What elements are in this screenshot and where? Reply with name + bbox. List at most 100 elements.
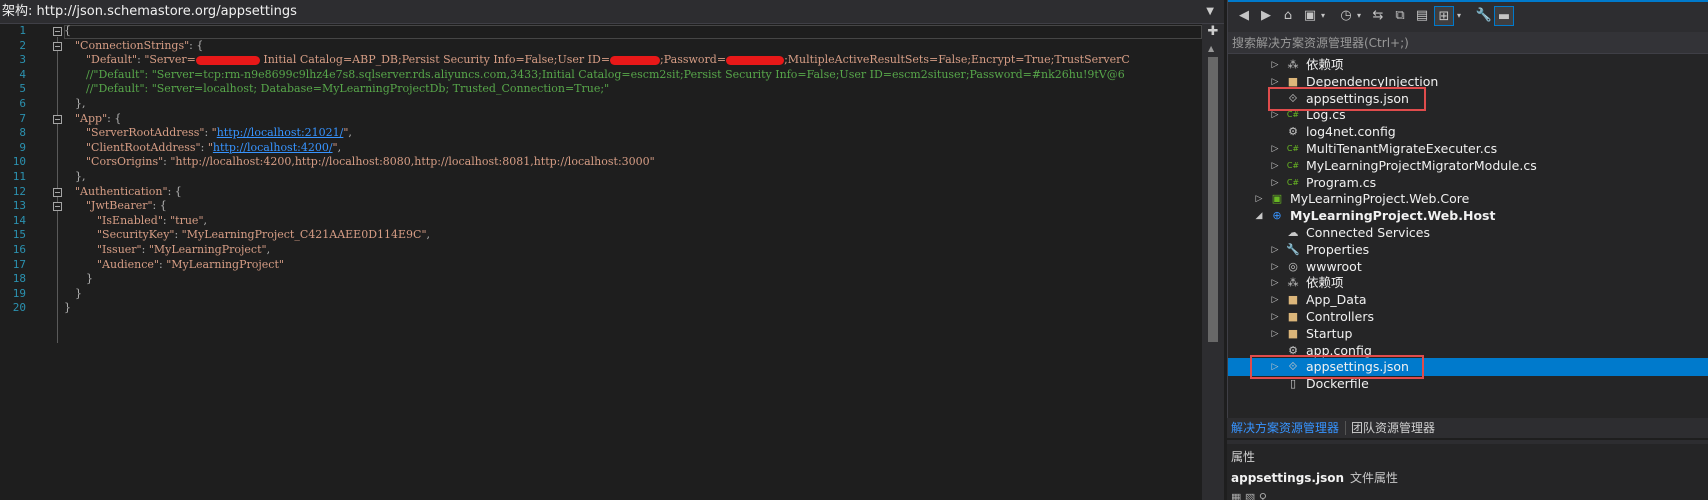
chevron-down-icon[interactable]: ▼ — [1206, 0, 1214, 24]
track-active-icon[interactable]: ⊞ — [1434, 6, 1454, 26]
dropdown-icon[interactable]: ▾ — [1454, 6, 1464, 26]
expand-arrow-icon[interactable]: ▷ — [1270, 140, 1280, 158]
code-line[interactable]: "IsEnabled": "true", — [97, 214, 207, 227]
schema-bar[interactable]: 架构: http://json.schemastore.org/appsetti… — [0, 0, 1224, 24]
code-line[interactable]: "Audience": "MyLearningProject" — [97, 258, 284, 271]
code-line[interactable]: "Authentication": { — [75, 185, 182, 198]
tree-item-label: App_Data — [1306, 292, 1367, 308]
categorized-icon[interactable]: ▦ — [1231, 491, 1241, 500]
properties-toolbar: ▦ ▧ ⚲ — [1231, 491, 1267, 500]
collapse-icon[interactable] — [53, 202, 62, 212]
sync-icon[interactable]: ⇆ — [1368, 6, 1388, 26]
csharp-project-icon: ▣ — [1271, 192, 1283, 206]
csharp-file-icon: C# — [1286, 144, 1300, 153]
collapse-icon[interactable] — [53, 114, 62, 124]
tab-team-explorer[interactable]: 团队资源管理器 — [1351, 418, 1435, 438]
tree-item[interactable]: ☁ Connected Services — [1228, 224, 1708, 242]
expand-arrow-icon[interactable]: ▷ — [1270, 291, 1280, 309]
scrollbar-thumb[interactable] — [1208, 57, 1218, 342]
properties-object-selector[interactable]: appsettings.json 文件属性 — [1231, 469, 1398, 486]
collapse-all-icon[interactable]: ⧉ — [1390, 6, 1410, 26]
code-editor[interactable]: 架构: http://json.schemastore.org/appsetti… — [0, 0, 1224, 500]
line-number: 8 — [19, 126, 26, 140]
tab-solution-explorer[interactable]: 解决方案资源管理器 — [1231, 418, 1339, 438]
expanded-arrow-icon[interactable]: ◢ — [1254, 207, 1264, 225]
scroll-up-icon[interactable]: ▲ — [1208, 44, 1214, 53]
tree-item-label: Startup — [1306, 325, 1353, 341]
forward-icon[interactable]: ▶ — [1256, 6, 1276, 26]
expand-arrow-icon[interactable]: ▷ — [1270, 157, 1280, 175]
code-line[interactable]: } — [64, 301, 71, 314]
pending-changes-icon[interactable]: ◷ — [1336, 6, 1356, 26]
tree-item[interactable]: ▷ ■ Controllers — [1228, 308, 1708, 326]
csharp-file-icon: C# — [1286, 160, 1300, 170]
code-area[interactable]: 1 {2 "ConnectionStrings": {3 "Default": "Se… — [0, 24, 1202, 500]
switch-views-icon[interactable]: ▣ — [1300, 6, 1320, 26]
code-line[interactable]: //"Default": "Server=localhost; Database… — [86, 82, 609, 95]
expand-arrow-icon[interactable]: ▷ — [1270, 258, 1280, 276]
property-pages-icon[interactable]: ⚲ — [1259, 491, 1267, 500]
code-line[interactable]: "App": { — [75, 112, 121, 125]
solution-search-input[interactable]: 搜索解决方案资源管理器(Ctrl+;) — [1228, 32, 1708, 54]
code-line[interactable]: "SecurityKey": "MyLearningProject_C421AA… — [97, 228, 430, 241]
code-line[interactable]: "ServerRootAddress": "http://localhost:2… — [86, 126, 352, 139]
back-icon[interactable]: ◀ — [1234, 6, 1254, 26]
tree-item[interactable]: ▷ ⁂ 依赖项 — [1228, 274, 1708, 292]
tree-item[interactable]: ▷ ■ App_Data — [1228, 291, 1708, 309]
solution-tree[interactable]: ▷ ⁂ 依赖项 ▷ ■ DependencyInjection ⟐ appsettings.j… — [1228, 56, 1708, 414]
tree-item[interactable]: ▷ C# MyLearningProjectMigratorModule.cs — [1228, 157, 1708, 175]
line-number: 17 — [12, 257, 26, 271]
line-number: 12 — [12, 184, 26, 198]
code-line[interactable]: "ClientRootAddress": "http://localhost:4… — [86, 141, 341, 154]
properties-wrench-icon[interactable]: 🔧 — [1474, 6, 1494, 26]
dependencies-icon: ⁂ — [1287, 58, 1299, 71]
code-line[interactable]: } — [86, 272, 93, 285]
expand-arrow-icon[interactable]: ▷ — [1270, 325, 1280, 343]
code-line[interactable]: "CorsOrigins": "http://localhost:4200,ht… — [86, 155, 655, 168]
code-line[interactable]: //"Default": "Server=tcp:rm-n9e8699c9lhz… — [86, 68, 1125, 81]
code-line[interactable]: { — [64, 24, 71, 37]
line-number: 3 — [19, 53, 26, 67]
code-line[interactable]: "Issuer": "MyLearningProject", — [97, 243, 270, 256]
collapse-icon[interactable] — [53, 41, 62, 51]
tree-item[interactable]: ▷ C# MultiTenantMigrateExecuter.cs — [1228, 140, 1708, 158]
dropdown-icon[interactable]: ▾ — [1318, 6, 1328, 26]
expand-arrow-icon[interactable]: ▷ — [1254, 190, 1264, 208]
home-icon[interactable]: ⌂ — [1278, 6, 1298, 26]
code-line[interactable]: "JwtBearer": { — [86, 199, 167, 212]
show-all-files-icon[interactable]: ▤ — [1412, 6, 1432, 26]
vertical-scrollbar[interactable]: ✚ ▲ — [1202, 24, 1224, 500]
code-line[interactable]: }, — [75, 170, 86, 183]
preview-icon[interactable]: ▬ — [1494, 6, 1514, 26]
collapse-icon[interactable] — [53, 27, 62, 36]
tree-item[interactable]: ◢ ⊕ MyLearningProject.Web.Host — [1228, 207, 1708, 225]
code-line[interactable]: "Default": "Server= Initial Catalog=ABP_… — [86, 53, 1130, 66]
tree-item[interactable]: ▷ ▣ MyLearningProject.Web.Core — [1228, 190, 1708, 208]
expand-arrow-icon[interactable]: ▷ — [1270, 174, 1280, 192]
tree-item-label: Properties — [1306, 241, 1370, 257]
schema-url[interactable]: http://json.schemastore.org/appsettings — [37, 4, 297, 19]
tree-item[interactable]: ▷ ⁂ 依赖项 — [1228, 56, 1708, 74]
split-window-icon[interactable]: ✚ — [1206, 25, 1220, 39]
expand-arrow-icon[interactable]: ▷ — [1270, 308, 1280, 326]
dropdown-icon[interactable]: ▾ — [1354, 6, 1364, 26]
collapse-icon[interactable] — [53, 187, 62, 197]
tree-item[interactable]: ▷ ◎ wwwroot — [1228, 258, 1708, 276]
expand-arrow-icon[interactable]: ▷ — [1270, 274, 1280, 292]
code-line[interactable]: }, — [75, 97, 86, 110]
tree-item-label: 依赖项 — [1306, 57, 1344, 72]
tree-item-label: 依赖项 — [1306, 275, 1344, 291]
code-line[interactable]: } — [75, 287, 82, 300]
tree-item-label: Controllers — [1306, 309, 1374, 324]
tree-item[interactable]: ▷ ■ Startup — [1228, 325, 1708, 343]
code-line[interactable]: "ConnectionStrings": { — [75, 39, 203, 52]
tree-item[interactable]: ▷ C# Program.cs — [1228, 174, 1708, 192]
tree-item[interactable]: ▷ 🔧 Properties — [1228, 241, 1708, 259]
expand-arrow-icon[interactable]: ▷ — [1270, 56, 1280, 74]
wrench-icon: 🔧 — [1286, 242, 1300, 256]
tree-item[interactable]: ⚙ log4net.config — [1228, 123, 1708, 141]
properties-title: 属性 — [1231, 450, 1256, 464]
line-number: 10 — [12, 155, 26, 169]
alphabetical-icon[interactable]: ▧ — [1245, 491, 1255, 500]
expand-arrow-icon[interactable]: ▷ — [1270, 241, 1280, 259]
